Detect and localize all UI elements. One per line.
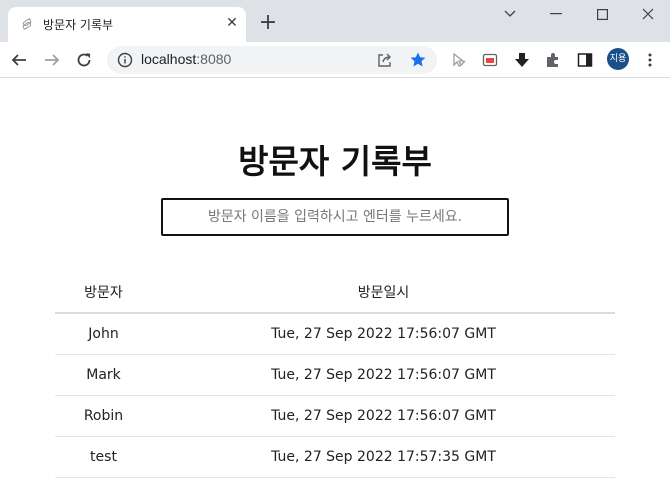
page-title: 방문자 기록부 [238,142,432,181]
browser-titlebar: 방문자 기록부 ✕ + [0,0,670,42]
url-host: localhost [141,51,197,67]
back-arrow-icon[interactable] [7,48,31,72]
header-visitor: 방문자 [55,272,152,314]
table-row: test Tue, 27 Sep 2022 17:57:35 GMT [55,436,615,478]
table-row: Mark Tue, 27 Sep 2022 17:56:07 GMT [55,354,615,396]
visit-time-cell: Tue, 27 Sep 2022 17:56:07 GMT [152,354,615,396]
share-icon[interactable] [377,52,393,68]
download-extension-icon[interactable] [510,48,534,72]
window-close-icon[interactable] [625,0,670,28]
extension-window-icon[interactable] [478,48,502,72]
forward-arrow-icon[interactable] [40,48,64,72]
bookmark-star-icon[interactable] [409,51,427,69]
new-tab-icon[interactable]: + [256,12,280,36]
side-panel-icon[interactable] [573,48,597,72]
reload-icon[interactable] [72,48,96,72]
header-visit-time: 방문일시 [152,272,615,314]
visit-time-cell: Tue, 27 Sep 2022 17:56:07 GMT [152,395,615,437]
visitor-table: 방문자 방문일시 John Tue, 27 Sep 2022 17:56:07 … [55,272,615,478]
extensions-puzzle-icon[interactable] [541,48,565,72]
visitor-name-input[interactable] [161,198,509,236]
browser-tab[interactable]: 방문자 기록부 ✕ [8,7,246,42]
address-bar[interactable]: localhost:8080 [107,46,437,74]
site-info-icon[interactable] [117,52,133,68]
url-text: localhost:8080 [141,51,231,67]
menu-kebab-icon[interactable] [638,48,662,72]
page-content: 방문자 기록부 방문자 방문일시 John Tue, 27 Sep 2022 1… [0,79,670,497]
minimize-icon[interactable] [533,0,579,28]
visit-time-cell: Tue, 27 Sep 2022 17:56:07 GMT [152,313,615,355]
url-port: :8080 [196,51,232,67]
browser-toolbar: localhost:8080 [0,42,670,78]
visit-time-cell: Tue, 27 Sep 2022 17:57:35 GMT [152,436,615,478]
visitor-name-cell: John [55,313,152,355]
svelte-favicon-icon [22,18,32,30]
extension-cursor-icon[interactable] [447,48,471,72]
table-row: John Tue, 27 Sep 2022 17:56:07 GMT [55,313,615,355]
profile-avatar[interactable]: 지용 [607,48,629,70]
tab-close-icon[interactable]: ✕ [224,15,240,31]
visitor-name-cell: Mark [55,354,152,396]
visitor-name-cell: test [55,436,152,478]
visitor-name-cell: Robin [55,395,152,437]
tab-search-icon[interactable] [487,0,533,28]
maximize-icon[interactable] [579,0,625,28]
table-row: Robin Tue, 27 Sep 2022 17:56:07 GMT [55,395,615,437]
table-header-row: 방문자 방문일시 [55,272,615,314]
tab-title: 방문자 기록부 [43,18,114,32]
